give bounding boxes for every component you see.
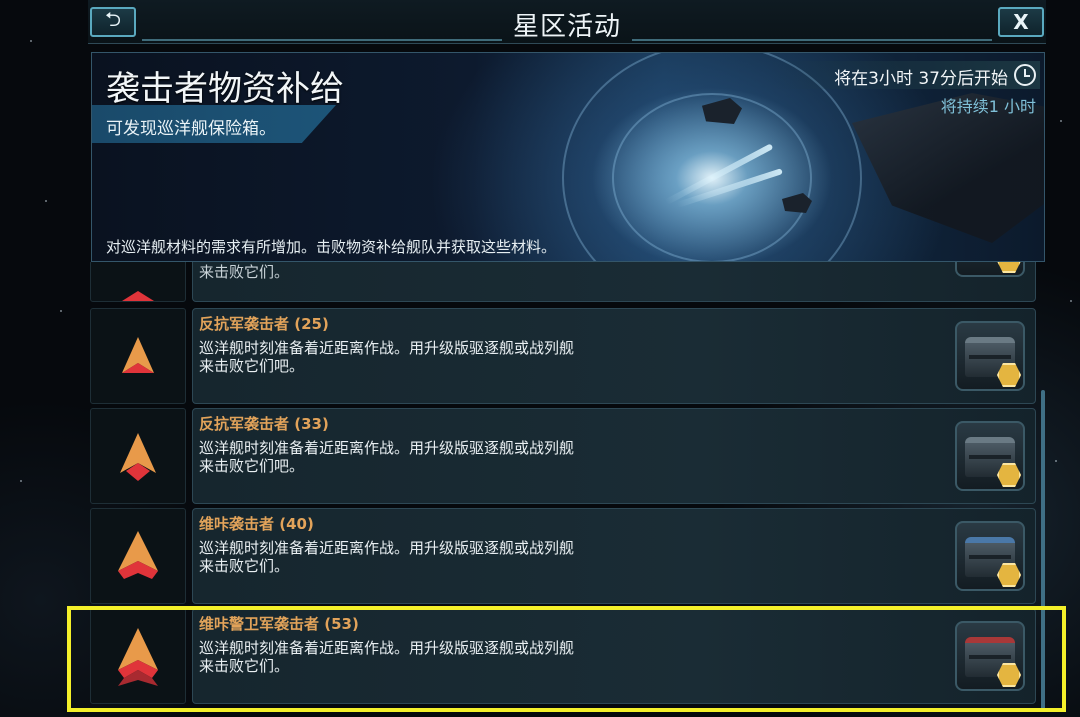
list-item[interactable]: 维咔袭击者 (40) 巡洋舰时刻准备着近距离作战。用升级版驱逐舰或战列舰 来击败… (90, 508, 1036, 604)
rank-chevron-2-icon (120, 433, 156, 481)
rank-chevron-3-icon (118, 531, 158, 579)
target-description: 来击败它们。 (199, 263, 290, 281)
target-icon-cell (90, 508, 186, 604)
list-item[interactable]: 反抗军袭击者 (33) 巡洋舰时刻准备着近距离作战。用升级版驱逐舰或战列舰 来击… (90, 408, 1036, 504)
selection-highlight (67, 606, 1066, 712)
list-item[interactable]: 反抗军袭击者 (25) 巡洋舰时刻准备着近距离作战。用升级版驱逐舰或战列舰 来击… (90, 308, 1036, 404)
target-description: 巡洋舰时刻准备着近距离作战。用升级版驱逐舰或战列舰 来击败它们吧。 (199, 439, 575, 475)
target-info: 来击败它们。 (192, 262, 1036, 302)
target-info: 反抗军袭击者 (25) 巡洋舰时刻准备着近距离作战。用升级版驱逐舰或战列舰 来击… (192, 308, 1036, 404)
close-icon: X (1013, 10, 1029, 34)
top-bar: ⮌ 星区活动 X (88, 0, 1046, 44)
reward-chest[interactable] (955, 321, 1025, 391)
reward-chest[interactable] (955, 262, 1025, 277)
event-title: 袭击者物资补给 (106, 69, 344, 109)
target-info: 反抗军袭击者 (33) 巡洋舰时刻准备着近距离作战。用升级版驱逐舰或战列舰 来击… (192, 408, 1036, 504)
target-icon-cell (90, 262, 186, 302)
event-duration: 将持续1 小时 (940, 97, 1036, 116)
rank-chevron-icon (122, 291, 154, 301)
target-icon-cell (90, 408, 186, 504)
target-icon-cell (90, 308, 186, 404)
reward-coin-icon (997, 262, 1021, 273)
event-subtitle: 可发现巡洋舰保险箱。 (106, 119, 276, 139)
target-name: 维咔袭击者 (40) (199, 515, 314, 533)
event-description: 对巡洋舰材料的需求有所增加。击败物资补给舰队并获取这些材料。 (106, 238, 557, 256)
target-description: 巡洋舰时刻准备着近距离作战。用升级版驱逐舰或战列舰 来击败它们。 (199, 539, 575, 575)
target-name: 反抗军袭击者 (33) (199, 415, 329, 433)
close-button[interactable]: X (998, 7, 1044, 37)
reward-chest[interactable] (955, 421, 1025, 491)
reward-chest[interactable] (955, 521, 1025, 591)
clock-icon (1014, 64, 1036, 86)
target-name: 反抗军袭击者 (25) (199, 315, 329, 333)
rank-chevron-1-icon (122, 337, 154, 373)
page-title: 星区活动 (512, 12, 621, 42)
event-countdown: 将在3小时 37分后开始 (834, 69, 1008, 89)
target-description: 巡洋舰时刻准备着近距离作战。用升级版驱逐舰或战列舰 来击败它们吧。 (199, 339, 575, 375)
event-banner: 袭击者物资补给 可发现巡洋舰保险箱。 将在3小时 37分后开始 将持续1 小时 … (91, 52, 1045, 262)
target-info: 维咔袭击者 (40) 巡洋舰时刻准备着近距离作战。用升级版驱逐舰或战列舰 来击败… (192, 508, 1036, 604)
list-item[interactable]: 来击败它们。 (90, 262, 1036, 302)
